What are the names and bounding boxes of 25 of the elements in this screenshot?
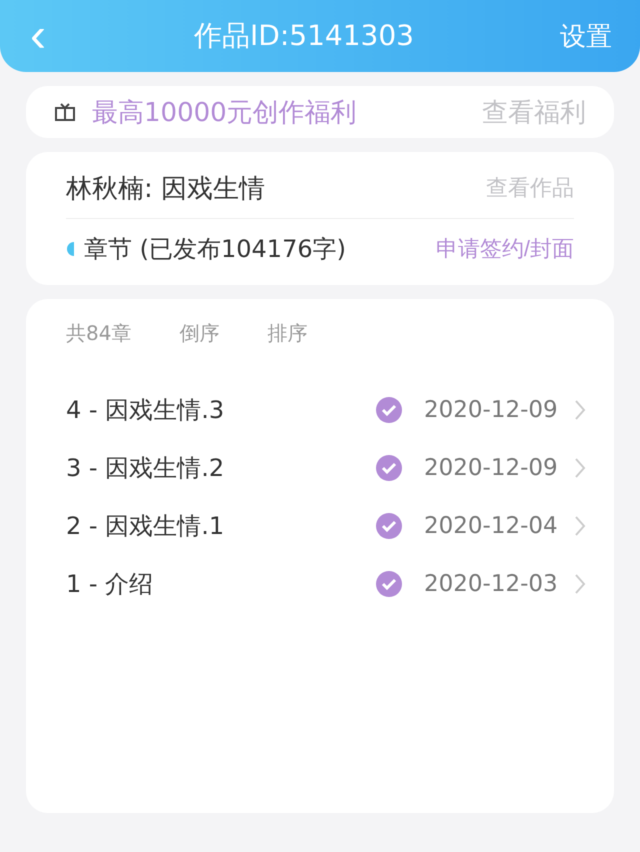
- chevron-right-icon: [574, 515, 586, 537]
- back-button[interactable]: ‹: [22, 12, 54, 60]
- work-title: 林秋楠: 因戏生情: [66, 172, 266, 206]
- chevron-right-icon: [574, 399, 586, 421]
- chapter-title[interactable]: 4 - 因戏生情.3: [66, 394, 376, 426]
- chapter-date: 2020-12-04: [424, 513, 559, 539]
- settings-button[interactable]: 设置: [554, 18, 618, 54]
- chapter-date: 2020-12-09: [424, 397, 559, 423]
- chapter-count: 共84章: [66, 320, 132, 346]
- chapter-title[interactable]: 3 - 因戏生情.2: [66, 452, 376, 484]
- sign-contract-link[interactable]: 申请签约/封面: [436, 234, 574, 264]
- chapter-title[interactable]: 2 - 因戏生情.1: [66, 510, 376, 542]
- chevron-right-icon: [574, 573, 586, 595]
- view-welfare-link[interactable]: 查看福利: [482, 94, 586, 130]
- chevron-right-icon: [574, 457, 586, 479]
- chapter-title[interactable]: 1 - 介绍: [66, 568, 376, 600]
- chapter-date: 2020-12-03: [424, 571, 559, 597]
- chapters-label: 章节 (已发布104176字): [84, 234, 347, 265]
- gift-icon: [54, 102, 76, 122]
- page-title: 作品ID:5141303: [194, 18, 414, 54]
- welfare-text: 最高10000元创作福利: [92, 96, 358, 130]
- view-work-link[interactable]: 查看作品: [486, 173, 574, 203]
- chapter-date: 2020-12-09: [424, 455, 559, 481]
- sort-button[interactable]: 排序: [267, 320, 308, 346]
- reverse-button[interactable]: 倒序: [179, 320, 220, 346]
